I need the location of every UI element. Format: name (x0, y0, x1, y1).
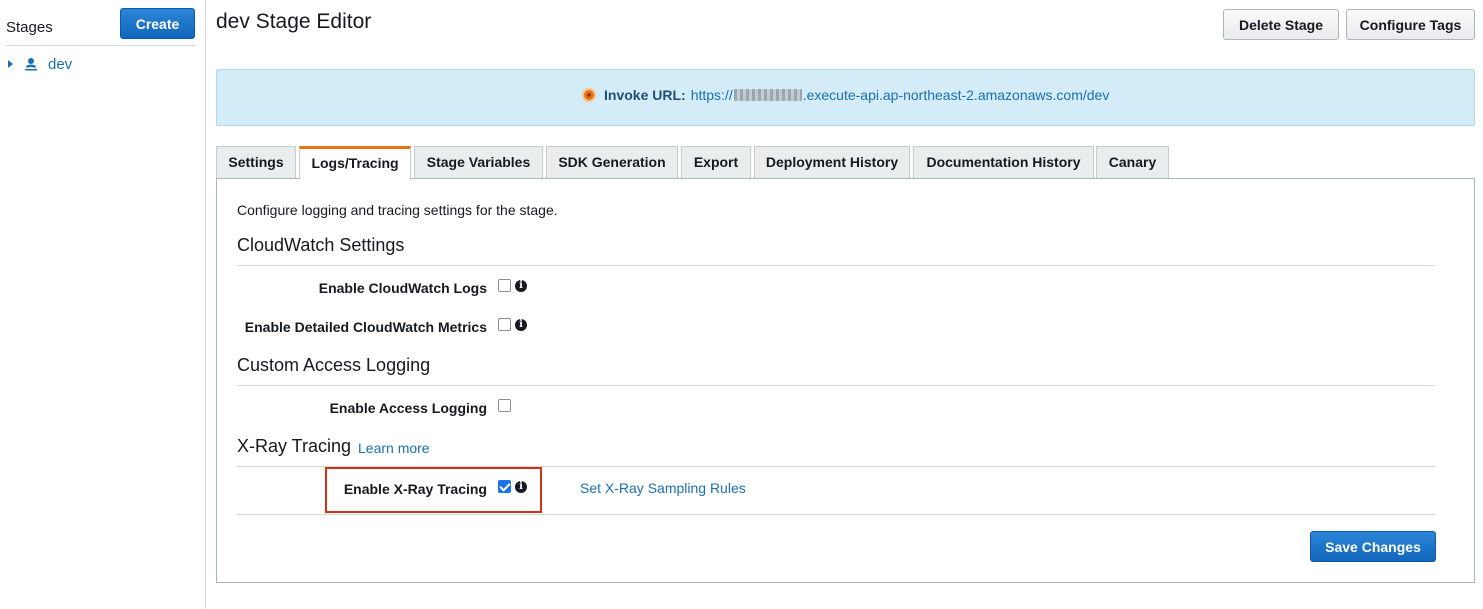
page-title: dev Stage Editor (216, 10, 372, 33)
logs-tracing-panel: Configure logging and tracing settings f… (216, 178, 1475, 583)
sidebar-header: Stages Create (6, 8, 196, 46)
detailed-metrics-label: Enable Detailed CloudWatch Metrics (244, 319, 487, 335)
xray-tracing-checkbox[interactable] (498, 480, 511, 493)
tab-sdk-generation[interactable]: SDK Generation (546, 146, 678, 179)
stage-tree-icon (25, 58, 37, 71)
tab-settings[interactable]: Settings (216, 146, 296, 179)
xray-tracing-label: Enable X-Ray Tracing (343, 481, 487, 497)
info-icon[interactable]: i (515, 481, 527, 493)
invoke-url-label: Invoke URL: (604, 87, 686, 103)
stages-sidebar: Stages Create dev (0, 0, 206, 609)
xray-tracing-heading: X-Ray Tracing (237, 436, 352, 456)
tab-export[interactable]: Export (681, 146, 751, 179)
tab-deployment-history[interactable]: Deployment History (754, 146, 910, 179)
cloudwatch-settings-heading: CloudWatch Settings (237, 235, 405, 255)
create-stage-button[interactable]: Create (120, 8, 195, 39)
panel-description: Configure logging and tracing settings f… (237, 202, 558, 218)
invoke-url-row: Invoke URL: https:// .execute-api.ap-nort… (582, 87, 1109, 103)
invoke-url-link[interactable]: https:// .execute-api.ap-northeast-2.amaz… (691, 87, 1110, 103)
tab-stage-variables[interactable]: Stage Variables (414, 146, 543, 179)
detailed-metrics-checkbox[interactable] (498, 318, 511, 331)
delete-stage-button[interactable]: Delete Stage (1223, 9, 1339, 40)
redacted-api-id (733, 89, 802, 101)
invoke-url-banner: Invoke URL: https:// .execute-api.ap-nort… (216, 69, 1475, 126)
access-logging-label: Enable Access Logging (329, 400, 487, 416)
stage-name-label[interactable]: dev (48, 56, 72, 73)
xray-sampling-rules-link[interactable]: Set X-Ray Sampling Rules (580, 480, 746, 496)
cloudwatch-logs-label: Enable CloudWatch Logs (318, 280, 487, 296)
save-changes-button[interactable]: Save Changes (1310, 531, 1436, 562)
section-divider (237, 514, 1435, 515)
cloudwatch-logs-checkbox[interactable] (498, 279, 511, 292)
tab-documentation-history[interactable]: Documentation History (913, 146, 1094, 179)
custom-access-logging-heading: Custom Access Logging (237, 355, 431, 375)
access-logging-checkbox[interactable] (498, 399, 511, 412)
expand-caret-icon[interactable] (8, 60, 13, 68)
sidebar-title: Stages (6, 19, 53, 36)
status-dot-icon (582, 88, 596, 102)
tab-canary[interactable]: Canary (1096, 146, 1169, 179)
stage-tree-item-dev[interactable]: dev (8, 54, 72, 74)
section-divider (237, 265, 1435, 266)
tab-logs-tracing[interactable]: Logs/Tracing (299, 146, 411, 180)
section-divider (237, 385, 1435, 386)
info-icon[interactable]: i (515, 280, 527, 292)
learn-more-link[interactable]: Learn more (358, 440, 430, 456)
invoke-url-suffix: .execute-api.ap-northeast-2.amazonaws.co… (802, 87, 1110, 103)
configure-tags-button[interactable]: Configure Tags (1346, 9, 1475, 40)
invoke-url-prefix: https:// (690, 87, 733, 103)
info-icon[interactable]: i (515, 319, 527, 331)
